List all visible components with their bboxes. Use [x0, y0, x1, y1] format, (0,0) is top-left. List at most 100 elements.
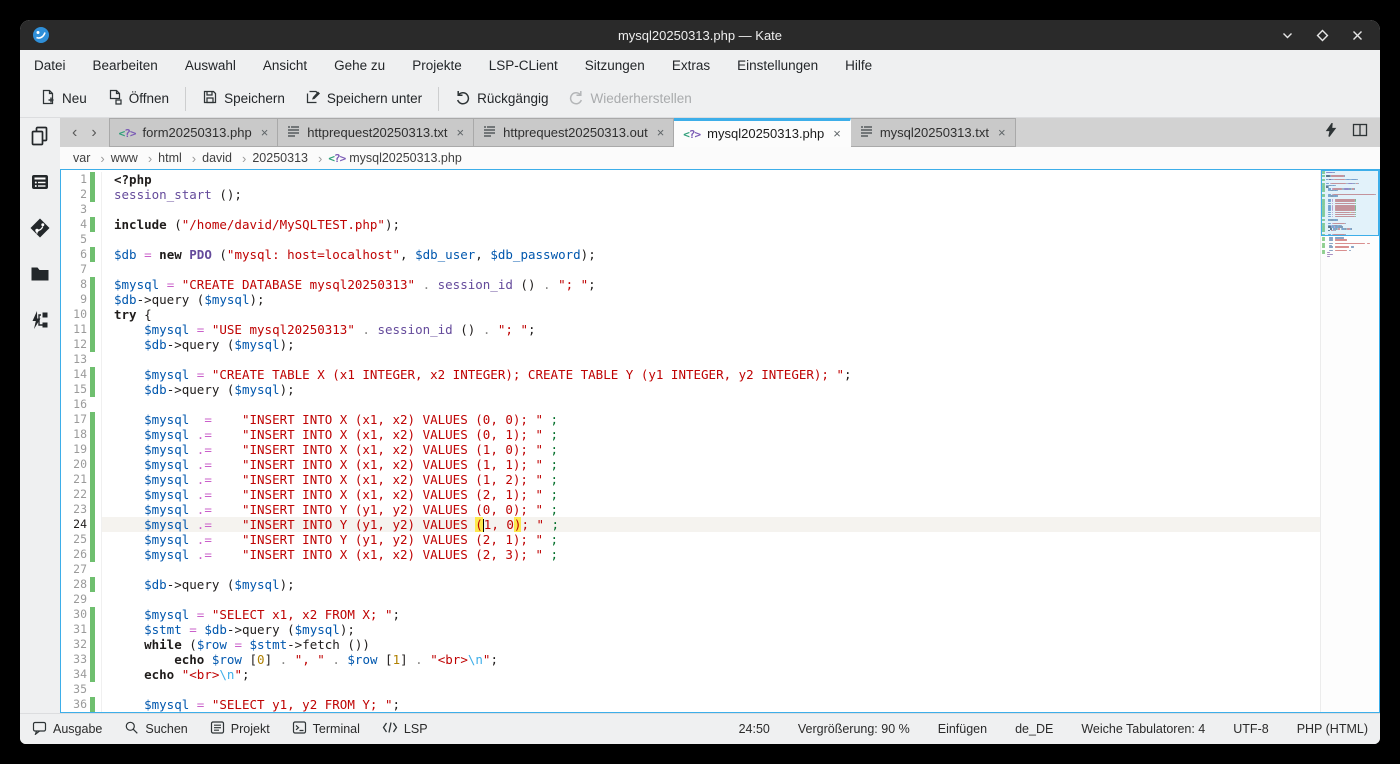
menu-item[interactable]: LSP-CLient	[489, 58, 558, 73]
breadcrumb-segment[interactable]: <?> mysql20250313.php	[325, 151, 464, 165]
statusbar-field[interactable]: UTF-8	[1233, 722, 1268, 736]
statusbar-toolview-icon	[292, 720, 307, 738]
statusbar-field[interactable]: Weiche Tabulatoren: 4	[1081, 722, 1205, 736]
file-type-icon	[860, 125, 873, 140]
code-line: 28 $db->query ($mysql);	[61, 577, 1320, 592]
toolbar-button-label: Rückgängig	[477, 91, 548, 106]
back-icon[interactable]: ‹	[72, 125, 77, 141]
left-dock	[20, 118, 60, 713]
menu-item[interactable]: Sitzungen	[585, 58, 645, 73]
toolbar-button-label: Öffnen	[129, 91, 169, 106]
menu-item[interactable]: Einstellungen	[737, 58, 818, 73]
menu-item[interactable]: Gehe zu	[334, 58, 385, 73]
tab[interactable]: <?> form20250313.php ×	[109, 118, 279, 147]
git-icon[interactable]	[27, 216, 53, 240]
php-file-icon: <?>	[683, 128, 700, 141]
code-line: 29	[61, 592, 1320, 607]
menu-item[interactable]: Projekte	[412, 58, 462, 73]
code-line: 10try {	[61, 307, 1320, 322]
close-icon[interactable]	[1350, 28, 1364, 42]
tab-close-icon[interactable]: ×	[259, 125, 269, 140]
statusbar-toolview-button[interactable]: Projekt	[210, 720, 270, 738]
menu-item[interactable]: Ansicht	[263, 58, 307, 73]
toolbar-button[interactable]: Öffnen	[97, 84, 179, 113]
breadcrumb-segment[interactable]: var	[70, 151, 108, 166]
tab-close-icon[interactable]: ×	[455, 125, 465, 140]
toolbar-button-label: Speichern	[224, 91, 285, 106]
statusbar-toolview-button[interactable]: Terminal	[292, 720, 360, 738]
breadcrumb-segment[interactable]: david	[199, 151, 249, 166]
file-type-icon: <?>	[328, 151, 345, 165]
statusbar-field[interactable]: Vergrößerung: 90 %	[798, 722, 910, 736]
statusbar-toolview-icon	[382, 721, 398, 737]
tab[interactable]: httprequest20250313.txt ×	[278, 118, 474, 147]
tab-close-icon[interactable]: ×	[655, 125, 665, 140]
code-line: 15 $db->query ($mysql);	[61, 382, 1320, 397]
tab[interactable]: <?> mysql20250313.php ×	[674, 118, 851, 147]
window-title: mysql20250313.php — Kate	[20, 28, 1380, 43]
statusbar-toolview-button[interactable]: Suchen	[124, 720, 187, 738]
toolbar-button[interactable]: Rückgängig	[445, 84, 558, 113]
text-file-icon	[287, 125, 300, 140]
file-type-icon: <?>	[119, 125, 136, 140]
lsp-symbols-icon[interactable]	[27, 308, 53, 332]
code-line: 2session_start ();	[61, 187, 1320, 202]
statusbar-toolview-icon	[124, 720, 139, 738]
menu-item[interactable]: Hilfe	[845, 58, 872, 73]
toolbar-button[interactable]: Neu	[30, 84, 97, 113]
toolbar-button-icon	[40, 89, 56, 108]
pin-tab-icon[interactable]	[1324, 123, 1338, 142]
breadcrumb-segment[interactable]: www	[108, 151, 155, 166]
menu-item[interactable]: Bearbeiten	[93, 58, 158, 73]
code-line: 17 $mysql = "INSERT INTO X (x1, x2) VALU…	[61, 412, 1320, 427]
menu-item[interactable]: Auswahl	[185, 58, 236, 73]
project-panel-icon[interactable]	[27, 170, 53, 194]
statusbar-field[interactable]: Einfügen	[938, 722, 987, 736]
statusbar-field[interactable]: de_DE	[1015, 722, 1053, 736]
menu-item[interactable]: Datei	[34, 58, 66, 73]
statusbar-field[interactable]: 24:50	[739, 722, 770, 736]
text-file-icon	[483, 125, 496, 140]
tab[interactable]: httprequest20250313.out ×	[474, 118, 674, 147]
toolbar-button-label: Wiederherstellen	[590, 91, 691, 106]
split-view-icon[interactable]	[1352, 123, 1368, 142]
code-line: 21 $mysql .= "INSERT INTO X (x1, x2) VAL…	[61, 472, 1320, 487]
toolbar-button-icon	[202, 89, 218, 108]
code-line: 14 $mysql = "CREATE TABLE X (x1 INTEGER,…	[61, 367, 1320, 382]
code-line: 6$db = new PDO ("mysql: host=localhost",…	[61, 247, 1320, 262]
tab-close-icon[interactable]: ×	[996, 125, 1006, 140]
filesystem-folder-icon[interactable]	[27, 262, 53, 286]
text-file-icon	[860, 125, 873, 140]
toolbar-button[interactable]: Wiederherstellen	[558, 84, 701, 113]
documents-icon[interactable]	[27, 124, 53, 148]
tab-label: httprequest20250313.txt	[307, 125, 447, 140]
file-type-icon: <?>	[683, 126, 700, 141]
minimap-viewport[interactable]	[1321, 170, 1379, 236]
code-line: 12 $db->query ($mysql);	[61, 337, 1320, 352]
statusbar: Ausgabe Suchen Projekt Terminal	[20, 713, 1380, 744]
toolbar-button[interactable]: Speichern unter	[295, 84, 432, 113]
code-line: 7	[61, 262, 1320, 277]
statusbar-field[interactable]: PHP (HTML)	[1297, 722, 1368, 736]
toolbar-button[interactable]: Speichern	[192, 84, 295, 113]
code-line: 25 $mysql .= "INSERT INTO Y (y1, y2) VAL…	[61, 532, 1320, 547]
maximize-icon[interactable]	[1315, 28, 1329, 42]
code-line: 27	[61, 562, 1320, 577]
tab-label: mysql20250313.txt	[880, 125, 989, 140]
breadcrumb-segment[interactable]: html	[155, 151, 199, 166]
menubar: Datei Bearbeiten Auswahl Ansicht Gehe zu Proj…	[20, 50, 1380, 80]
code-line: 32 while ($row = $stmt->fetch ())	[61, 637, 1320, 652]
editor-view: 1<?php2session_start ();34include ("/hom…	[60, 169, 1380, 713]
statusbar-toolview-button[interactable]: Ausgabe	[32, 720, 102, 738]
code-lines[interactable]: 1<?php2session_start ();34include ("/hom…	[61, 170, 1320, 712]
forward-icon[interactable]: ›	[91, 125, 96, 141]
minimize-icon[interactable]	[1280, 28, 1294, 42]
breadcrumb-segment[interactable]: 20250313	[249, 151, 325, 166]
titlebar[interactable]: mysql20250313.php — Kate	[20, 20, 1380, 50]
menu-item[interactable]: Extras	[672, 58, 710, 73]
tab[interactable]: mysql20250313.txt ×	[851, 118, 1016, 147]
minimap-scrollbar[interactable]	[1320, 170, 1379, 712]
tab-close-icon[interactable]: ×	[831, 126, 841, 141]
statusbar-toolview-button[interactable]: LSP	[382, 720, 428, 738]
code-line: 8$mysql = "CREATE DATABASE mysql20250313…	[61, 277, 1320, 292]
